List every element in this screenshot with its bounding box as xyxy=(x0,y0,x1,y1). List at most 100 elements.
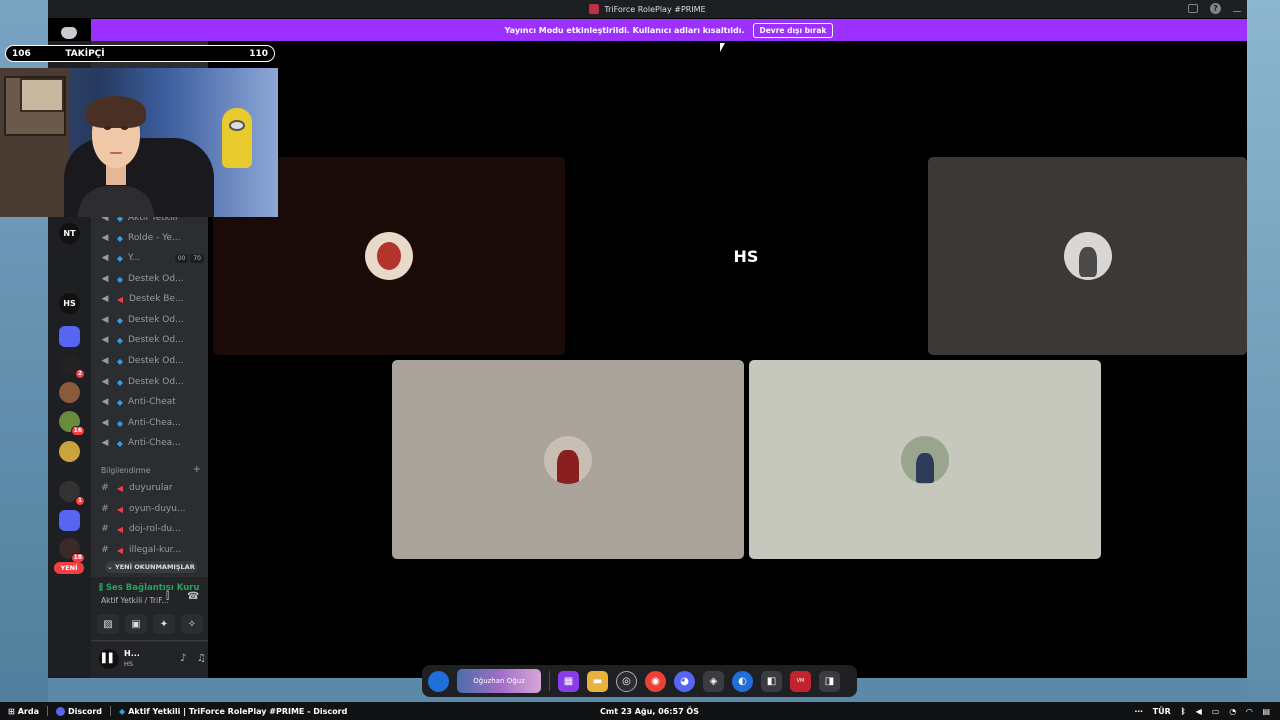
voice-channel[interactable]: ◀ ◆ Anti-Chea... xyxy=(100,414,204,432)
voicemeeter-icon[interactable]: VM xyxy=(790,670,811,692)
taskbar-discord[interactable]: Discord xyxy=(55,706,102,716)
speaker-icon: ◀ xyxy=(101,233,109,243)
voice-channel[interactable]: ◀ ◆ Rolde - Ye... xyxy=(100,229,204,247)
media-preview[interactable]: Oğuzhan Oğuz xyxy=(457,669,541,693)
disconnect-icon[interactable]: ☎ xyxy=(187,591,199,602)
channel-name: Destek Od... xyxy=(128,335,184,345)
clock[interactable]: Cmt 23 Ağu, 06:57 ÖS xyxy=(600,707,699,716)
windows-icon: ⊞ xyxy=(8,706,15,716)
headphones-icon[interactable]: ♫ xyxy=(197,653,206,664)
username[interactable]: H... xyxy=(124,649,140,658)
server-icon-8[interactable] xyxy=(59,441,80,462)
battery-icon[interactable]: ▭ xyxy=(1212,707,1220,716)
voice-channel[interactable]: ◀ ◆ Y... 00 70 xyxy=(100,249,204,267)
webcam-person-hair xyxy=(86,96,146,128)
language-indicator[interactable]: TÜR xyxy=(1153,707,1171,716)
chrome-icon[interactable]: ◉ xyxy=(645,670,666,692)
video-tile-3[interactable] xyxy=(928,157,1247,355)
diamond-icon: ◆ xyxy=(116,233,124,243)
screen-share-icon[interactable]: ▣ xyxy=(125,614,147,634)
start-menu[interactable]: ⊞ Arda xyxy=(8,707,39,716)
text-channel[interactable]: # ◀ duyurular xyxy=(100,479,204,497)
video-tile-5[interactable] xyxy=(749,360,1101,559)
folder-icon[interactable]: ▬ xyxy=(587,670,608,692)
start-icon[interactable]: ▦ xyxy=(558,670,579,692)
text-channel[interactable]: # ◀ oyun-duyu... xyxy=(100,500,204,518)
microphone-icon[interactable]: ♪ xyxy=(180,653,186,664)
network-icon[interactable]: ◔ xyxy=(1229,707,1236,716)
create-channel-icon[interactable]: + xyxy=(193,465,201,475)
new-unreads-button[interactable]: ⌄ YENİ OKUNMAMIŞLAR xyxy=(105,561,197,573)
noise-suppression-icon[interactable]: ⫿ xyxy=(166,591,169,602)
diamond-icon: ◆ xyxy=(116,356,124,366)
diamond-icon: ◆ xyxy=(116,253,124,263)
disable-streamer-mode-button[interactable]: Devre dışı bırak xyxy=(752,22,834,38)
server-icon-6[interactable] xyxy=(59,382,80,403)
text-channel[interactable]: # ◀ doj-rol-du... xyxy=(100,520,204,538)
minimize-icon[interactable] xyxy=(1233,11,1241,12)
server-icon-5[interactable]: 2 xyxy=(59,354,85,379)
server-icon-3[interactable]: HS xyxy=(59,293,80,314)
server-icon xyxy=(589,4,600,14)
browser-icon[interactable]: ◐ xyxy=(732,670,753,692)
recorder-icon[interactable]: ◨ xyxy=(819,670,840,692)
discord-home-icon[interactable] xyxy=(61,27,77,39)
muted-icon: ◀ xyxy=(116,545,124,555)
camera-off-icon[interactable]: ▨ xyxy=(97,614,119,634)
dock: Oğuzhan Oğuz ▦ ▬ ◎ ◉ ◕ ◈ ◐ ◧ VM ◨ xyxy=(422,665,857,697)
voice-status[interactable]: ⫼ Ses Bağlantısı Kuru xyxy=(99,583,199,593)
avatar[interactable]: ▌▌ xyxy=(99,649,119,669)
help-icon[interactable]: ? xyxy=(1210,3,1221,14)
speaker-icon: ◀ xyxy=(101,397,109,407)
server-icon-11[interactable]: 18 xyxy=(59,538,85,563)
camera-icon[interactable]: ◧ xyxy=(761,670,782,692)
server-icon-2[interactable]: NT xyxy=(59,223,80,244)
folder-icon[interactable] xyxy=(59,326,80,347)
app-icon[interactable]: ◈ xyxy=(703,670,724,692)
wifi-icon[interactable]: ◠ xyxy=(1246,707,1252,716)
category-label: Bilgilendirme xyxy=(101,466,151,475)
volume-icon[interactable]: ◀ xyxy=(1196,707,1202,716)
voice-channel-name[interactable]: Aktif Yetkili / TriF... xyxy=(101,596,168,605)
more-icon[interactable]: ⋯ xyxy=(1135,707,1143,716)
video-tile-2[interactable]: HS xyxy=(570,157,922,355)
category-header[interactable]: Bilgilendirme + xyxy=(101,465,201,476)
channel-name: duyurular xyxy=(129,483,173,493)
follower-label: TAKİPÇİ xyxy=(65,48,105,59)
diamond-icon: ◆ xyxy=(116,397,124,407)
video-tile-4[interactable] xyxy=(392,360,744,559)
speaker-icon: ◀ xyxy=(101,335,109,345)
voice-channel[interactable]: ◀ ◀ Destek Be... xyxy=(100,290,204,308)
taskbar-window[interactable]: ◆ Aktif Yetkili | TriForce RolePlay #PRIM… xyxy=(119,707,347,716)
diamond-icon: ◆ xyxy=(119,706,126,716)
edge-icon[interactable] xyxy=(428,670,449,692)
soundboard-icon[interactable]: ✧ xyxy=(181,614,203,634)
server-badge: 1 xyxy=(74,496,85,506)
voice-channel[interactable]: ◀ ◆ Destek Od... xyxy=(100,331,204,349)
discord-icon[interactable]: ◕ xyxy=(674,670,695,692)
activity-icon[interactable]: ✦ xyxy=(153,614,175,634)
server-icon-9[interactable]: 1 xyxy=(59,481,85,506)
inbox-icon[interactable] xyxy=(1188,4,1198,13)
voice-channel[interactable]: ◀ ◆ Destek Od... xyxy=(100,311,204,329)
bluetooth-icon[interactable]: ᛒ xyxy=(1181,707,1186,716)
chevron-down-icon: ⌄ xyxy=(107,563,116,571)
voice-channel[interactable]: ◀ ◆ Anti-Chea... xyxy=(100,434,204,452)
new-unread-pill[interactable]: YENİ xyxy=(54,562,84,574)
server-badge: 16 xyxy=(70,426,85,436)
webcam-overlay xyxy=(0,68,278,217)
voice-channel[interactable]: ◀ ◆ Anti-Cheat xyxy=(100,393,204,411)
notifications-icon[interactable]: ▤ xyxy=(1262,707,1270,716)
voice-channel[interactable]: ◀ ◆ Destek Od... xyxy=(100,352,204,370)
participant-avatar xyxy=(1063,232,1112,280)
streamer-mode-message: Yayıncı Modu etkinleştirildi. Kullanıcı … xyxy=(504,25,745,35)
voice-actions: ▨ ▣ ✦ ✧ xyxy=(97,614,203,634)
text-channel[interactable]: # ◀ illegal-kur... xyxy=(100,541,204,559)
voice-channel[interactable]: ◀ ◆ Destek Od... xyxy=(100,270,204,288)
user-panel: ▌▌ H... HS ♪ ♫ xyxy=(91,642,208,678)
folder-icon-2[interactable] xyxy=(59,510,80,531)
voice-channel[interactable]: ◀ ◆ Destek Od... xyxy=(100,373,204,391)
server-icon-7[interactable]: 16 xyxy=(59,411,85,436)
speaker-icon: ◀ xyxy=(101,294,109,304)
obs-icon[interactable]: ◎ xyxy=(616,670,637,692)
